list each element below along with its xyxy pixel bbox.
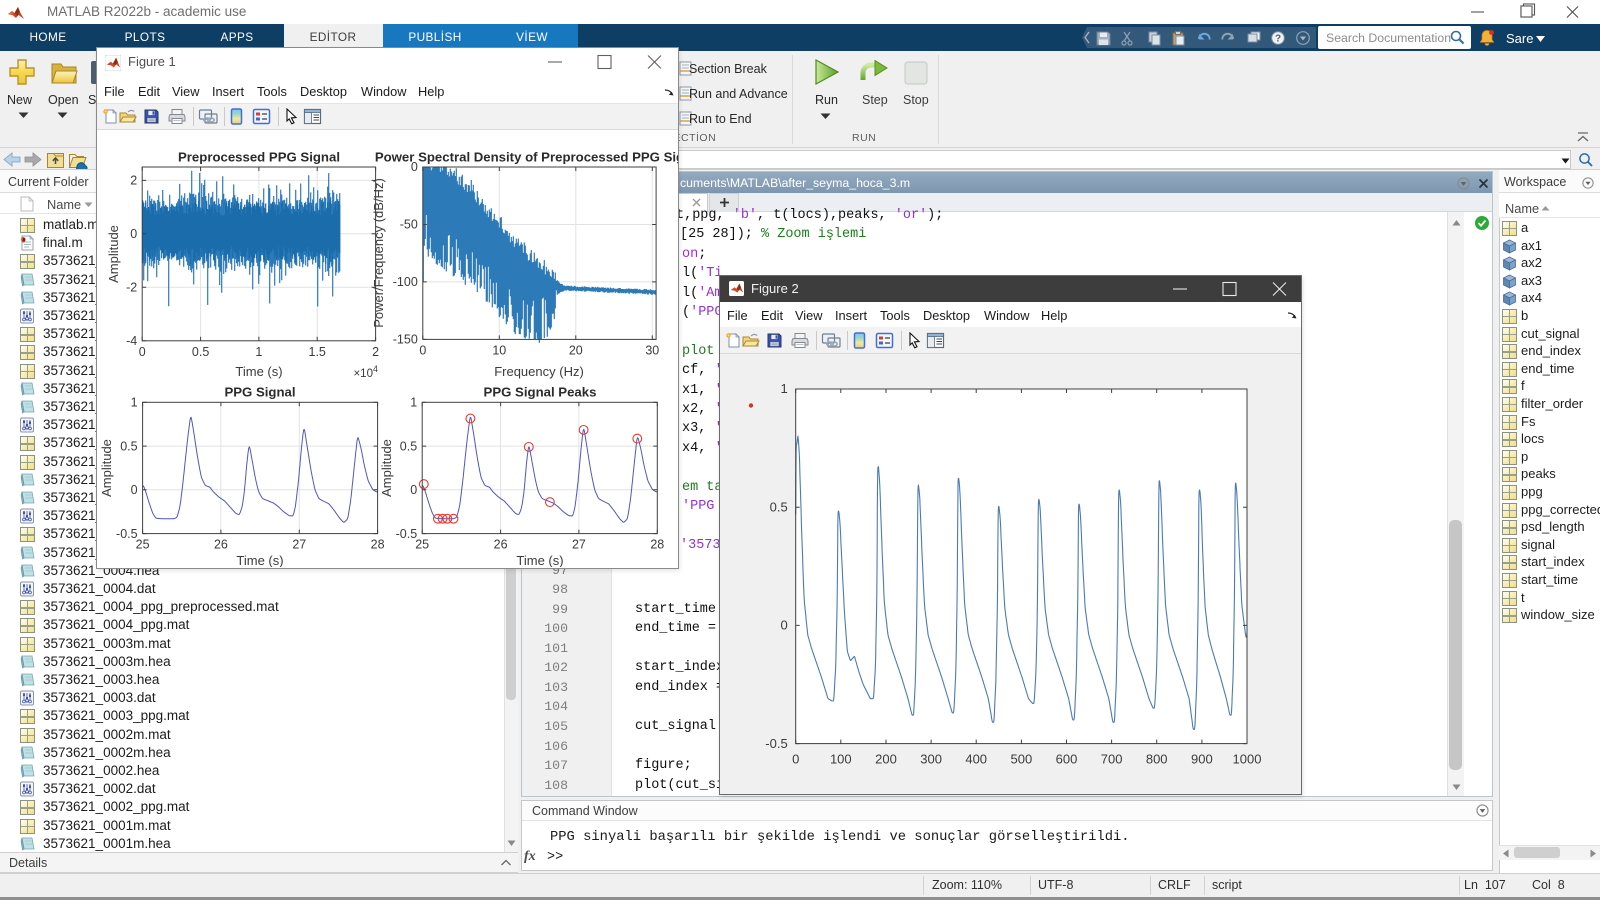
svg-text:-100: -100	[393, 275, 418, 289]
svg-text:Amplitude: Amplitude	[99, 439, 114, 497]
svg-text:Preprocessed PPG Signal: Preprocessed PPG Signal	[178, 150, 340, 165]
svg-text:25: 25	[415, 538, 429, 552]
svg-text:-150: -150	[393, 333, 418, 347]
svg-text:100: 100	[830, 752, 852, 767]
svg-text:25: 25	[136, 538, 150, 552]
svg-text:2: 2	[130, 174, 137, 188]
svg-text:600: 600	[1056, 752, 1078, 767]
svg-text:Time (s): Time (s)	[236, 553, 283, 567]
svg-text:0: 0	[410, 483, 417, 497]
svg-text:500: 500	[1011, 752, 1033, 767]
svg-text:800: 800	[1146, 752, 1168, 767]
svg-text:28: 28	[371, 538, 385, 552]
svg-text:20: 20	[569, 343, 583, 357]
svg-text:0.5: 0.5	[400, 439, 417, 453]
svg-text:1.5: 1.5	[309, 345, 326, 359]
svg-text:Time (s): Time (s)	[516, 553, 563, 567]
svg-text:PPG Signal Peaks: PPG Signal Peaks	[484, 385, 597, 400]
svg-text:-0.5: -0.5	[116, 527, 138, 541]
svg-text:0: 0	[139, 345, 146, 359]
svg-text:26: 26	[494, 538, 508, 552]
svg-text:0: 0	[780, 618, 787, 633]
svg-text:-0.5: -0.5	[396, 527, 418, 541]
svg-text:900: 900	[1191, 752, 1213, 767]
svg-text:-2: -2	[126, 281, 137, 295]
svg-text:400: 400	[965, 752, 987, 767]
svg-text:27: 27	[572, 538, 586, 552]
svg-text:1: 1	[131, 396, 138, 410]
svg-text:?: ?	[1275, 34, 1281, 45]
svg-text:Power Spectral Density of Prep: Power Spectral Density of Preprocessed P…	[375, 150, 678, 165]
svg-text:Amplitude: Amplitude	[106, 225, 121, 283]
svg-text:200: 200	[875, 752, 897, 767]
svg-text:0: 0	[130, 227, 137, 241]
svg-text:PPG Signal: PPG Signal	[224, 385, 295, 400]
svg-text:30: 30	[645, 343, 659, 357]
svg-text:0: 0	[131, 483, 138, 497]
svg-text:1: 1	[780, 381, 787, 396]
svg-text:1000: 1000	[1233, 752, 1262, 767]
svg-text:Amplitude: Amplitude	[379, 439, 394, 497]
svg-text:300: 300	[920, 752, 942, 767]
svg-text:1: 1	[410, 396, 417, 410]
svg-text:0: 0	[419, 343, 426, 357]
svg-text:Frequency (Hz): Frequency (Hz)	[494, 364, 584, 379]
svg-text:10: 10	[492, 343, 506, 357]
svg-text:28: 28	[650, 538, 664, 552]
svg-text:26: 26	[214, 538, 228, 552]
svg-text:700: 700	[1101, 752, 1123, 767]
svg-text:-50: -50	[400, 218, 418, 232]
svg-text:1: 1	[255, 345, 262, 359]
svg-text:0: 0	[792, 752, 799, 767]
svg-text:0.5: 0.5	[770, 499, 788, 514]
svg-text:2: 2	[372, 345, 379, 359]
svg-text:Power/Frequency (dB/Hz): Power/Frequency (dB/Hz)	[371, 178, 386, 328]
svg-text:0.5: 0.5	[192, 345, 209, 359]
svg-text:-0.5: -0.5	[765, 736, 787, 751]
svg-text:0.5: 0.5	[120, 439, 137, 453]
svg-text:27: 27	[292, 538, 306, 552]
svg-text:Time (s): Time (s)	[235, 364, 282, 379]
svg-text:-4: -4	[126, 334, 137, 348]
